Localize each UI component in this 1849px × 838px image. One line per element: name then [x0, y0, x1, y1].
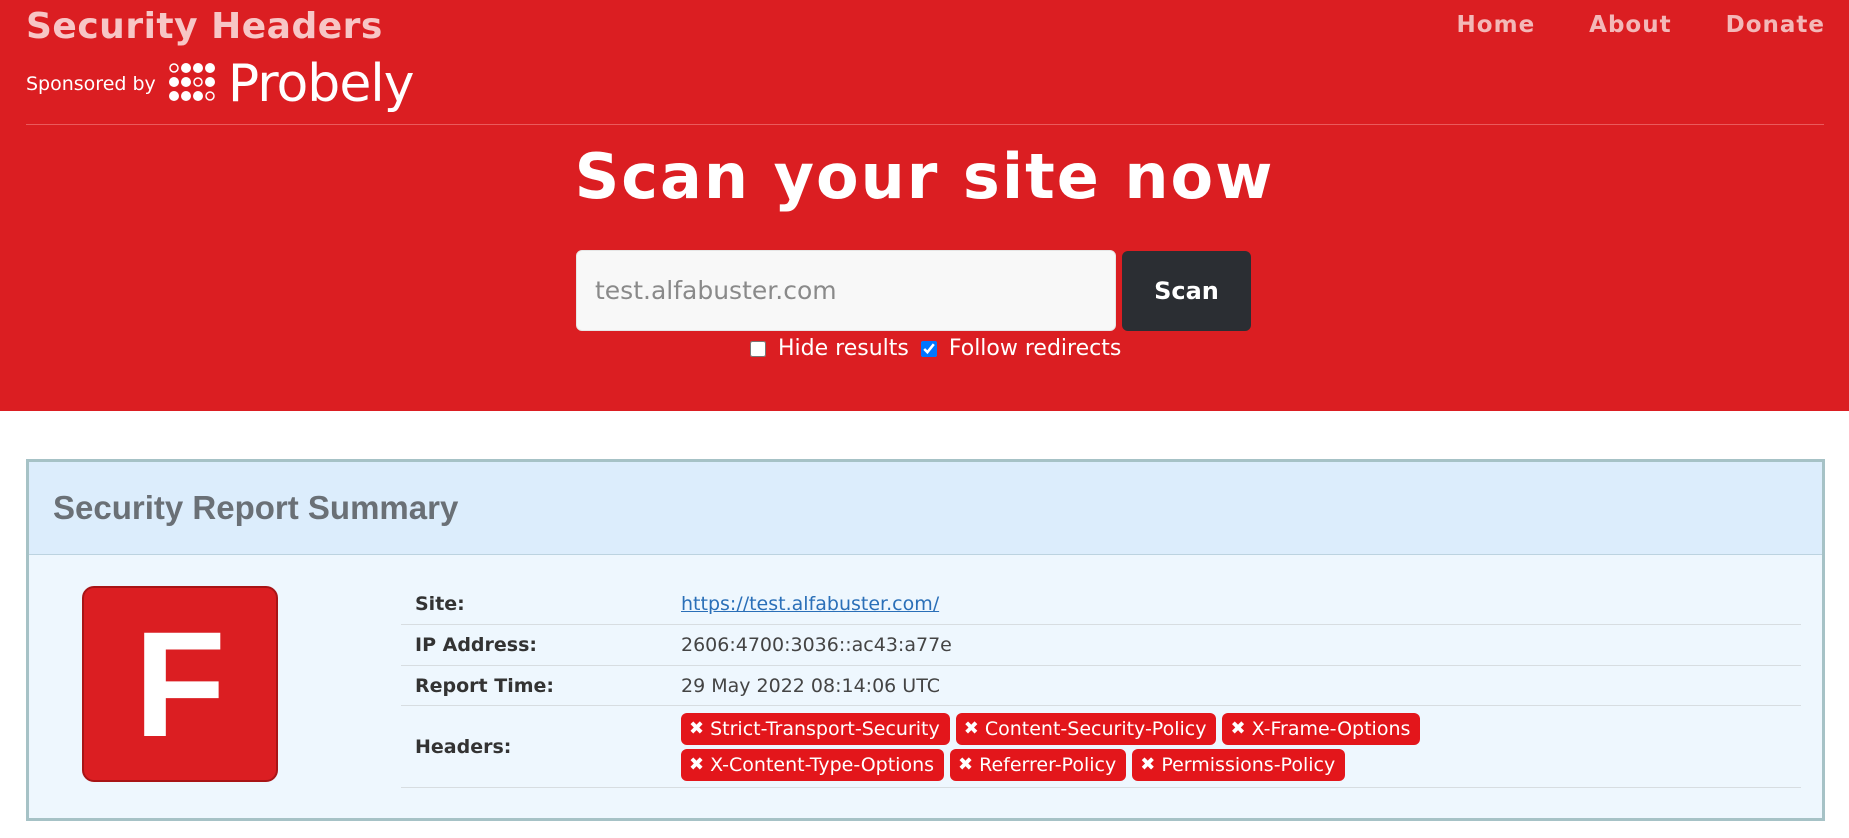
header-pill[interactable]: ✖ X-Content-Type-Options	[681, 748, 945, 781]
scan-options: Hide results Follow redirects	[750, 336, 1121, 361]
cross-icon: ✖	[958, 754, 974, 775]
row-ip: IP Address: 2606:4700:3036::ac43:a77e	[401, 625, 1801, 666]
follow-redirects-label: Follow redirects	[948, 336, 1122, 361]
probely-logo[interactable]: Probely	[168, 54, 415, 114]
report-header: Security Report Summary	[29, 462, 1822, 555]
header-pills: ✖ Strict-Transport-Security ✖ Content-Secu…	[681, 712, 1681, 781]
hide-results-label: Hide results	[778, 336, 909, 361]
security-report: Security Report Summary F Site: https://…	[26, 459, 1825, 821]
header-pill[interactable]: ✖ Permissions-Policy	[1132, 748, 1346, 781]
header-pill[interactable]: ✖ X-Frame-Options	[1222, 712, 1421, 745]
ip-label: IP Address:	[415, 634, 537, 656]
row-site: Site: https://test.alfabuster.com/	[401, 584, 1801, 625]
header-pill-label: Referrer-Policy	[979, 753, 1117, 776]
report-time-label: Report Time:	[415, 674, 554, 697]
row-report-time: Report Time: 29 May 2022 08:14:06 UTC	[401, 666, 1801, 706]
follow-redirects-checkbox[interactable]	[920, 340, 937, 357]
nav-home[interactable]: Home	[1457, 12, 1536, 38]
cross-icon: ✖	[1230, 718, 1246, 739]
cross-icon: ✖	[963, 718, 979, 739]
header-pill-label: X-Frame-Options	[1251, 717, 1411, 740]
report-title: Security Report Summary	[53, 489, 459, 526]
sponsor-line: Sponsored by Probely	[26, 54, 415, 114]
scan-button[interactable]: Scan	[1122, 251, 1251, 331]
brand: Security Headers Sponsored by Probely	[26, 4, 415, 110]
header-pill-label: Strict-Transport-Security	[710, 717, 940, 740]
nav-donate[interactable]: Donate	[1726, 12, 1825, 38]
sponsored-by-text: Sponsored by	[26, 73, 156, 95]
header-pill[interactable]: ✖ Strict-Transport-Security	[681, 712, 950, 745]
brand-title[interactable]: Security Headers	[26, 4, 383, 50]
ip-value: 2606:4700:3036::ac43:a77e	[681, 634, 952, 656]
header-pill[interactable]: ✖ Content-Security-Policy	[955, 712, 1217, 745]
hide-results-checkbox[interactable]	[750, 340, 766, 357]
hide-results-option[interactable]: Hide results	[750, 336, 909, 361]
site-header: Security Headers Sponsored by Probely Ho…	[0, 0, 1849, 411]
cross-icon: ✖	[689, 718, 705, 739]
site-label: Site:	[415, 593, 465, 615]
grade-badge: F	[82, 586, 278, 782]
cross-icon: ✖	[689, 754, 705, 775]
header-pill[interactable]: ✖ Referrer-Policy	[950, 748, 1127, 781]
probely-dots-icon	[168, 63, 215, 101]
header-divider	[26, 124, 1824, 125]
hero-title: Scan your site now	[574, 140, 1275, 213]
report-table: Site: https://test.alfabuster.com/ IP Ad…	[401, 584, 1801, 788]
nav-about[interactable]: About	[1589, 12, 1671, 38]
top-nav: Home About Donate	[1457, 12, 1825, 38]
grade-letter: F	[134, 600, 226, 768]
cross-icon: ✖	[1140, 754, 1156, 775]
site-link[interactable]: https://test.alfabuster.com/	[681, 593, 939, 615]
header-pill-label: X-Content-Type-Options	[710, 753, 935, 776]
probely-name: Probely	[227, 54, 415, 114]
follow-redirects-option[interactable]: Follow redirects	[920, 336, 1122, 361]
row-headers: Headers: ✖ Strict-Transport-Security ✖ Con…	[401, 706, 1801, 788]
header-pill-label: Permissions-Policy	[1161, 753, 1336, 776]
report-time-value: 29 May 2022 08:14:06 UTC	[681, 674, 940, 697]
url-input[interactable]	[576, 250, 1116, 331]
headers-label: Headers:	[415, 735, 512, 758]
header-pill-label: Content-Security-Policy	[984, 717, 1207, 740]
